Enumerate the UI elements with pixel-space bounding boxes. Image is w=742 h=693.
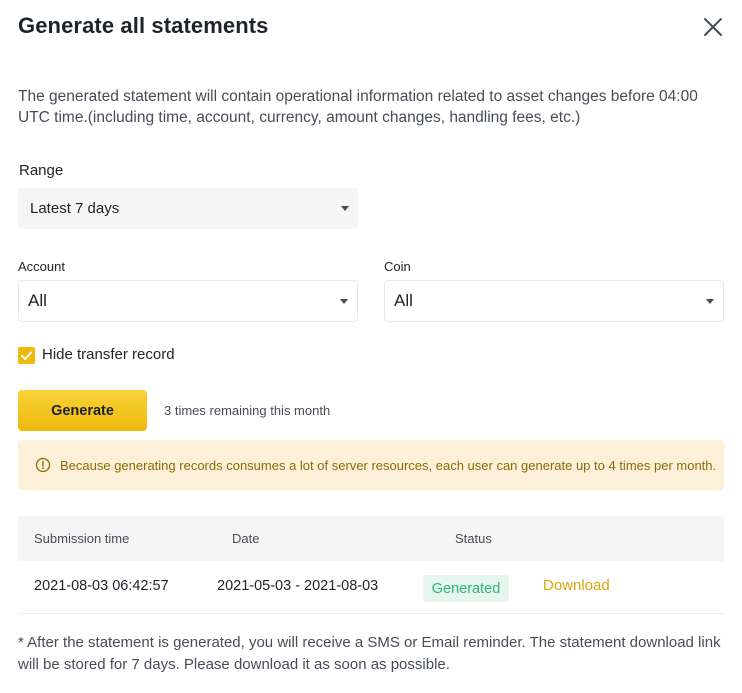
footnote: * After the statement is generated, you … (18, 634, 721, 673)
dialog-title: Generate all statements (18, 13, 269, 38)
account-value: All (28, 291, 47, 310)
column-header-submission-time: Submission time (34, 531, 130, 546)
notice-text: Because generating records consumes a lo… (60, 457, 717, 473)
account-select[interactable]: All (18, 280, 358, 322)
range-value: Latest 7 days (30, 200, 120, 217)
chevron-down-icon (340, 298, 348, 304)
row-divider (18, 613, 724, 614)
chevron-down-icon (706, 298, 714, 304)
coin-label: Coin (384, 259, 411, 274)
download-link[interactable]: Download (543, 577, 610, 594)
range-label: Range (19, 162, 64, 179)
hide-transfer-checkbox[interactable] (18, 347, 35, 364)
hide-transfer-label[interactable]: Hide transfer record (42, 346, 175, 363)
chevron-down-icon (341, 206, 349, 211)
column-header-status: Status (455, 531, 492, 546)
submission-time-cell: 2021-08-03 06:42:57 (34, 578, 169, 594)
range-select[interactable]: Latest 7 days (18, 188, 358, 229)
checkmark-icon (21, 351, 32, 360)
remaining-count-text: 3 times remaining this month (164, 403, 331, 418)
statement-description: The generated statement will contain ope… (18, 88, 698, 126)
account-label: Account (18, 259, 65, 274)
coin-value: All (394, 291, 413, 310)
date-range-cell: 2021-05-03 - 2021-08-03 (217, 578, 379, 594)
close-icon[interactable] (700, 14, 726, 40)
notice-banner: Because generating records consumes a lo… (18, 440, 724, 490)
coin-select[interactable]: All (384, 280, 724, 322)
status-badge: Generated (423, 575, 509, 602)
column-header-date: Date (232, 531, 260, 546)
generate-button[interactable]: Generate (18, 390, 147, 431)
table-header: Submission time Date Status (18, 516, 724, 561)
info-icon (35, 457, 51, 473)
